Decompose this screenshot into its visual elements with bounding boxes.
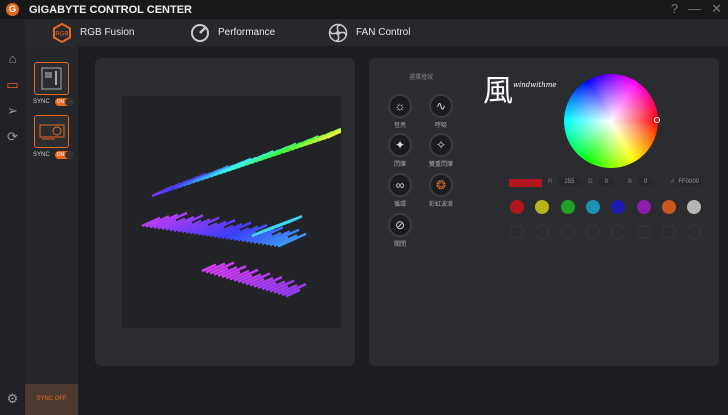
preset-color-swatch[interactable] [560,200,575,214]
color-wheel[interactable] [564,74,658,168]
rainbow-dots-icon: ❂ [429,173,453,197]
preset-color-swatch[interactable] [510,200,524,214]
effect-label: 閃爍 [393,162,406,168]
b-field[interactable]: B0 [628,178,654,186]
preset-color-swatch[interactable] [636,200,651,214]
aorus-eagle-logo [141,120,365,298]
hex-value[interactable]: FF0000 [676,178,702,186]
settings-icon[interactable]: ⚙ [5,391,20,406]
effect-flash[interactable]: ✦ 閃爍 [380,133,420,168]
monitor-icon[interactable]: ▭ [5,77,20,92]
watermark: 風windwithme [483,66,557,110]
r-label: R [548,179,553,185]
g-field[interactable]: G0 [588,178,615,186]
left-sidebar: ⌂ ▭ ➢ ⟳ ⚙ [0,19,25,415]
tab-performance[interactable]: Performance [190,23,275,43]
close-button[interactable]: ✕ [711,1,722,17]
tab-fan-control[interactable]: FAN Control [328,23,410,43]
b-value[interactable]: 0 [638,178,654,186]
tab-label: RGB Fusion [80,27,135,38]
g-value[interactable]: 0 [598,178,615,186]
preset-color-swatch[interactable] [585,200,600,214]
custom-color-slot[interactable] [661,225,676,239]
effects-header: 選擇燈效 [409,75,434,81]
color-picker-handle[interactable] [654,117,660,123]
custom-color-slot[interactable] [510,225,524,239]
b-label: B [628,179,633,185]
effect-rainbow-wave[interactable]: ❂ 彩虹波浪 [421,173,461,208]
send-icon[interactable]: ➢ [5,103,20,118]
hex-field[interactable]: # FF0000 [671,178,702,186]
custom-color-slot[interactable] [687,225,702,239]
effect-static[interactable]: ☼ 恆亮 [380,94,420,129]
r-field[interactable]: R 255 [548,178,581,186]
svg-text:RGB: RGB [55,31,68,37]
motherboard-icon [41,67,62,90]
top-nav: RGB RGB Fusion Performance FAN Control [25,19,728,46]
effect-double-flash[interactable]: ✧ 雙重閃爍 [421,133,461,168]
preset-color-swatch[interactable] [661,200,676,214]
custom-color-slot[interactable] [560,225,575,239]
device-list: SYNC ON SYNC ON [25,46,78,415]
effect-label: 恆亮 [393,123,406,129]
effect-off[interactable]: ⊘ 關閉 [380,213,420,248]
sparkle-icon: ✦ [388,133,412,157]
gigabyte-logo-icon: G [6,3,19,16]
tab-label: FAN Control [356,27,411,38]
wave-icon: ∿ [429,94,453,118]
current-color-swatch [509,179,542,187]
aorus-logo-preview [122,96,365,328]
sync-off-button[interactable]: SYNC OFF [25,384,78,415]
device-graphics-card[interactable] [34,115,69,148]
g-label: G [588,179,593,185]
rgb-icon: RGB [52,22,72,43]
device-motherboard[interactable] [34,62,69,95]
sync-label: SYNC [33,99,50,105]
title-bar: G GIGABYTE CONTROL CENTER ? — ✕ [0,0,728,19]
double-sparkle-icon: ✧ [429,133,453,157]
r-value[interactable]: 255 [558,178,581,186]
preview-panel [95,58,365,366]
fan-icon [328,23,348,43]
effect-label: 循環 [393,202,406,208]
off-icon: ⊘ [388,213,412,237]
home-icon[interactable]: ⌂ [5,51,20,66]
tab-rgb-fusion[interactable]: RGB RGB Fusion [52,22,135,43]
graphics-card-icon [39,124,65,140]
update-icon[interactable]: ⟳ [5,129,20,144]
sync-label: SYNC [33,152,50,158]
tab-label: Performance [218,27,276,38]
app-title: GIGABYTE CONTROL CENTER [29,3,192,16]
effect-cycle[interactable]: ∞ 循環 [380,173,420,208]
effect-label: 關閉 [393,242,406,248]
help-button[interactable]: ? [671,1,678,17]
custom-color-slot[interactable] [636,225,651,239]
sync-toggle[interactable]: ON [54,98,73,106]
watermark-text: windwithme [513,81,557,89]
effect-pulse[interactable]: ∿ 呼吸 [421,94,461,129]
infinity-icon: ∞ [388,173,412,197]
effect-label: 呼吸 [434,123,447,129]
custom-color-slot[interactable] [585,225,600,239]
sun-icon: ☼ [388,94,412,118]
gauge-icon [190,23,210,43]
logo-stripe [287,215,303,224]
watermark-char: 風 [483,74,513,109]
effect-label: 雙重閃爍 [428,162,453,168]
minimize-button[interactable]: — [688,1,701,17]
hex-label: # [671,179,675,185]
preset-color-swatch[interactable] [687,200,702,214]
effect-label: 彩虹波浪 [428,202,453,208]
sync-toggle[interactable]: ON [54,151,73,159]
